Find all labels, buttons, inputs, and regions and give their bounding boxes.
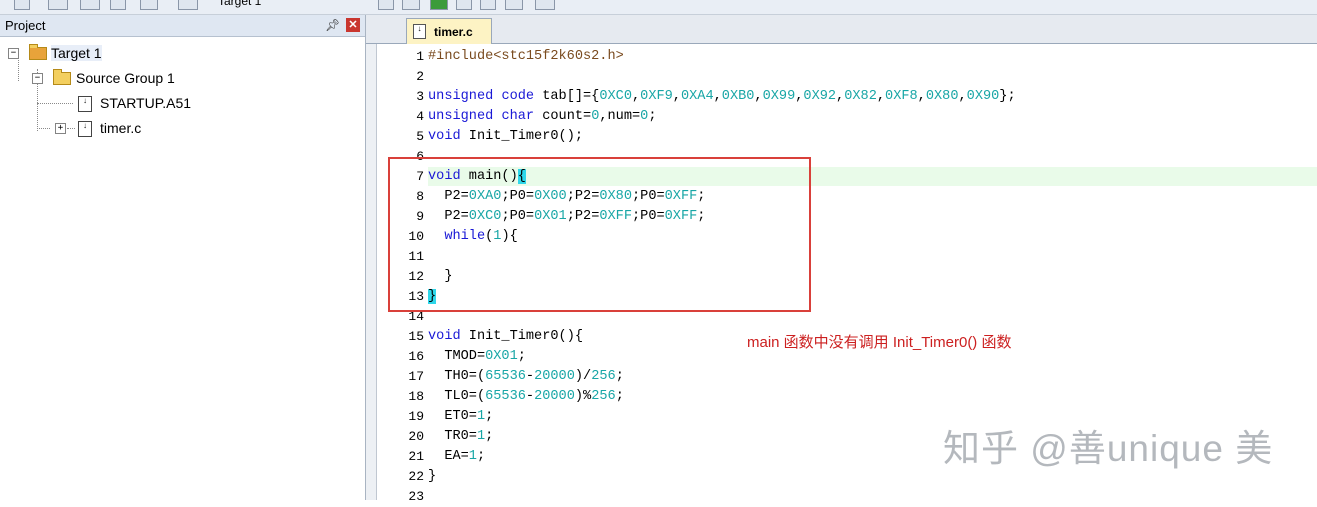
toolbar-button[interactable]: [430, 0, 448, 10]
code-line[interactable]: TL0=(65536-20000)%256;: [428, 387, 624, 407]
tree-item-label: timer.c: [100, 120, 142, 136]
tree-item-startup[interactable]: ↓ STARTUP.A51: [0, 93, 365, 113]
collapse-icon[interactable]: −: [8, 48, 19, 59]
tab-timer-c[interactable]: ↓ timer.c: [406, 18, 492, 44]
line-number: 22: [408, 469, 424, 484]
code-line[interactable]: unsigned code tab[]={0XC0,0XF9,0XA4,0XB0…: [428, 87, 1016, 107]
code-line[interactable]: EA=1;: [428, 447, 485, 467]
code-line[interactable]: ET0=1;: [428, 407, 493, 427]
tree-item-source-group[interactable]: − Source Group 1: [0, 68, 365, 88]
line-number: 4: [416, 109, 424, 124]
project-panel: Project 📌︎ ✕ − Target 1 − Source Group 1…: [0, 15, 366, 500]
tab-label: timer.c: [434, 25, 473, 39]
line-number: 19: [408, 409, 424, 424]
toolbar-button[interactable]: [110, 0, 126, 10]
code-line[interactable]: }: [428, 467, 436, 487]
target-icon: [29, 44, 47, 60]
expand-icon[interactable]: +: [55, 123, 66, 134]
toolbar-button[interactable]: [80, 0, 100, 10]
tree-item-target[interactable]: − Target 1: [0, 43, 365, 63]
editor-margin: [366, 44, 377, 500]
line-number: 5: [416, 129, 424, 144]
file-icon: ↓: [78, 96, 92, 112]
toolbar: Target 1: [0, 0, 1317, 15]
line-number: 20: [408, 429, 424, 444]
project-panel-title: Project: [5, 18, 46, 33]
pin-icon[interactable]: 📌︎: [325, 18, 340, 32]
code-line[interactable]: void Init_Timer0(){: [428, 327, 583, 347]
line-number: 2: [416, 69, 424, 84]
toolbar-button[interactable]: [505, 0, 523, 10]
line-number: 17: [408, 369, 424, 384]
editor-tab-strip: ↓ timer.c: [366, 15, 1317, 44]
toolbar-button[interactable]: [402, 0, 420, 10]
line-number: 18: [408, 389, 424, 404]
toolbar-button[interactable]: [140, 0, 158, 10]
target-selector[interactable]: Target 1: [218, 0, 261, 8]
line-number: 15: [408, 329, 424, 344]
toolbar-button[interactable]: [178, 0, 198, 10]
collapse-icon[interactable]: −: [32, 73, 43, 84]
watermark: 知乎 @善unique 美: [943, 428, 1274, 469]
toolbar-button[interactable]: [535, 0, 555, 10]
code-line[interactable]: TMOD=0X01;: [428, 347, 526, 367]
toolbar-button[interactable]: [48, 0, 68, 10]
folder-icon: [53, 69, 71, 85]
tree-item-label: Target 1: [51, 45, 102, 61]
file-icon: ↓: [413, 24, 426, 39]
line-number: 1: [416, 49, 424, 64]
code-line[interactable]: void Init_Timer0();: [428, 127, 583, 147]
tree-item-timer[interactable]: + ↓ timer.c: [0, 118, 365, 138]
tree-item-label: Source Group 1: [76, 70, 175, 86]
line-number: 23: [408, 489, 424, 504]
line-number: 16: [408, 349, 424, 364]
toolbar-button[interactable]: [14, 0, 30, 10]
highlight-box: [388, 157, 811, 312]
toolbar-button[interactable]: [456, 0, 472, 10]
close-icon[interactable]: ✕: [346, 18, 360, 32]
toolbar-button[interactable]: [378, 0, 394, 10]
file-icon: ↓: [78, 121, 92, 137]
tree-item-label: STARTUP.A51: [100, 95, 192, 111]
project-panel-header: Project 📌︎ ✕: [0, 15, 365, 37]
toolbar-button[interactable]: [480, 0, 496, 10]
code-line[interactable]: TR0=1;: [428, 427, 493, 447]
line-number: 3: [416, 89, 424, 104]
line-number: 21: [408, 449, 424, 464]
code-line[interactable]: unsigned char count=0,num=0;: [428, 107, 657, 127]
annotation-text: main 函数中没有调用 Init_Timer0() 函数: [747, 334, 1012, 351]
code-line[interactable]: #include<stc15f2k60s2.h>: [428, 47, 624, 67]
code-line[interactable]: TH0=(65536-20000)/256;: [428, 367, 624, 387]
